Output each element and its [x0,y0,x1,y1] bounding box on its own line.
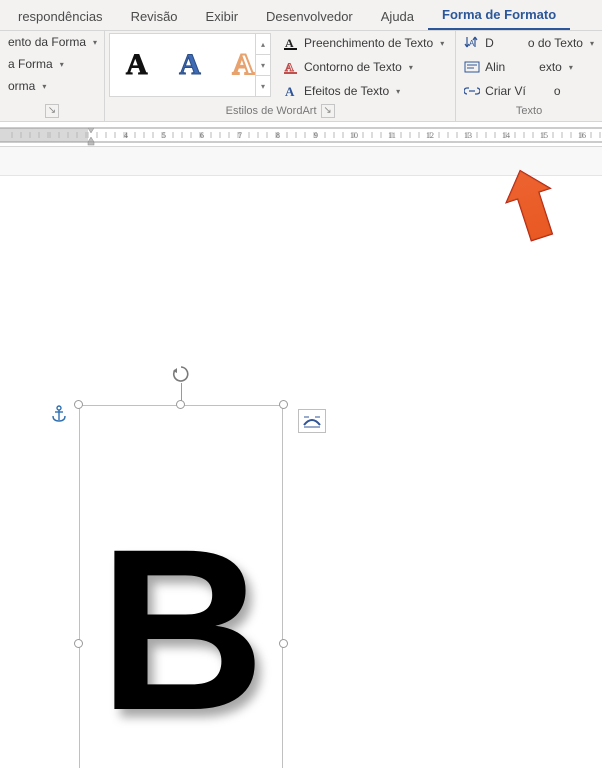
svg-text:A: A [469,39,475,48]
label: ento da Forma [8,35,86,49]
tab-forma-de-formato[interactable]: Forma de Formato [428,1,570,30]
create-link-button[interactable]: Criar Ví xxx o [460,81,598,101]
text-outline-button[interactable]: A Contorno de Texto▾ [279,57,448,77]
text-outline-icon: A [283,59,299,75]
ribbon: ento da Forma▾ a Forma▾ orma▾ ↘ A A A [0,31,602,122]
text-effects-button[interactable]: A Efeitos de Texto▾ [279,81,448,101]
label: Contorno de Texto [304,60,402,74]
align-text-button[interactable]: Alin xxxx exto▾ [460,57,598,77]
label: Efeitos de Texto [304,84,389,98]
tab-desenvolvedor[interactable]: Desenvolvedor [252,3,367,30]
svg-text:15: 15 [540,131,548,140]
svg-text:11: 11 [388,131,396,140]
svg-text:13: 13 [464,131,472,140]
tab-correspondencias[interactable]: respondências [4,3,117,30]
svg-text:6: 6 [200,131,204,140]
group-text: A D xxxx o do Texto▾ Alin xxxx exto▾ [456,31,602,121]
gallery-scroll[interactable]: ▴▾▾ [255,34,270,96]
rotation-stem [181,383,182,401]
label-a: Alin [485,60,505,74]
svg-text:4: 4 [124,131,128,140]
create-link-icon [464,83,480,99]
svg-text:A: A [285,60,294,74]
label-b: o do Texto [528,36,583,50]
text-direction-button[interactable]: A D xxxx o do Texto▾ [460,33,598,53]
text-group-label: Texto [516,105,542,117]
wordart-preset-2[interactable]: A [179,48,201,82]
text-fill-icon: A [283,35,299,51]
label: a Forma [8,57,53,71]
text-effects-icon: A [283,83,299,99]
wordart-gallery[interactable]: A A A ▴▾▾ [109,33,271,97]
svg-text:5: 5 [162,131,166,140]
resize-handle-nw[interactable] [74,400,83,409]
group-wordart-styles: A A A ▴▾▾ A Preenchimento de Texto▾ A [105,31,456,121]
svg-text:9: 9 [314,131,318,140]
app-frame: respondências Revisão Exibir Desenvolved… [0,0,602,768]
shape-fill-button[interactable]: ento da Forma▾ [4,33,101,51]
document-area[interactable]: B [0,147,602,768]
label: Preenchimento de Texto [304,36,433,50]
tab-ajuda[interactable]: Ajuda [367,3,428,30]
svg-text:14: 14 [502,131,510,140]
resize-handle-ne[interactable] [279,400,288,409]
resize-handle-w[interactable] [74,639,83,648]
resize-handle-e[interactable] [279,639,288,648]
label-b: o [554,84,561,98]
ribbon-tabs: respondências Revisão Exibir Desenvolved… [0,0,602,31]
label-b: exto [539,60,562,74]
shape-outline-button[interactable]: a Forma▾ [4,55,101,73]
svg-text:8: 8 [276,131,280,140]
anchor-icon[interactable] [50,405,68,423]
svg-text:7: 7 [238,131,242,140]
layout-options-button[interactable] [298,409,326,433]
resize-handle-n[interactable] [176,400,185,409]
shape-group-launcher-icon[interactable]: ↘ [45,104,59,118]
wordart-text[interactable]: B [99,515,265,745]
label-a: Criar Ví [485,84,526,98]
svg-text:16: 16 [578,131,586,140]
svg-text:A: A [285,36,294,50]
textbox-selection[interactable]: B [79,405,283,768]
svg-text:12: 12 [426,131,434,140]
horizontal-ruler[interactable]: 4 5 6 7 8 9 10 11 12 13 14 15 16 [0,122,602,147]
label-a: D [485,36,494,50]
wordart-group-launcher-icon[interactable]: ↘ [321,104,335,118]
text-fill-button[interactable]: A Preenchimento de Texto▾ [279,33,448,53]
align-text-icon [464,59,480,75]
text-direction-icon: A [464,35,480,51]
svg-text:10: 10 [350,131,358,140]
label: orma [8,79,35,93]
group-shape-styles: ento da Forma▾ a Forma▾ orma▾ ↘ [0,31,105,121]
tab-revisao[interactable]: Revisão [117,3,192,30]
tab-exibir[interactable]: Exibir [192,3,253,30]
wordart-preset-1[interactable]: A [126,48,148,82]
svg-text:A: A [285,84,295,99]
wordart-preset-3[interactable]: A [232,48,254,82]
shape-effects-button[interactable]: orma▾ [4,77,101,95]
wordart-group-label: Estilos de WordArt [226,105,317,117]
rotation-handle[interactable] [172,365,190,383]
